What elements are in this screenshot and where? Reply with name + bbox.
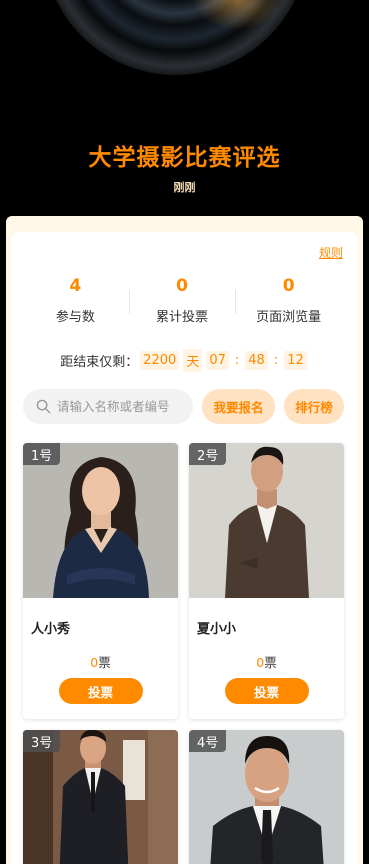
entry-photo[interactable]: 4号 [189, 730, 344, 864]
stats-row: 4 参与数 0 累计投票 0 页面浏览量 [22, 276, 342, 328]
search-icon [36, 399, 51, 414]
entry-card-1[interactable]: 1号 人小秀 0票 投票 [23, 443, 178, 719]
entry-number-badge: 4号 [189, 730, 227, 752]
entry-number-badge: 2号 [189, 443, 227, 465]
entry-photo[interactable]: 3号 [23, 730, 178, 864]
entry-name: 夏小小 [197, 622, 237, 637]
vote-button[interactable]: 投票 [58, 678, 143, 704]
entry-card-3[interactable]: 3号 [23, 730, 178, 864]
entry-number-badge: 1号 [23, 443, 61, 465]
countdown-sep: : [273, 353, 279, 368]
countdown: 距结束仅剩： 2200 天 07 : 48 : 12 [0, 349, 369, 372]
countdown-seconds: 12 [284, 351, 307, 370]
contestant-photo [23, 443, 178, 598]
entry-votes: 0票 [189, 652, 344, 671]
camera-lens-image [43, 0, 308, 75]
vote-unit: 票 [264, 655, 277, 670]
countdown-day-unit: 天 [183, 349, 203, 372]
countdown-sep: : [234, 353, 240, 368]
countdown-prefix: 距结束仅剩： [60, 355, 139, 370]
ranking-button[interactable]: 排行榜 [284, 389, 344, 424]
countdown-hours: 07 [206, 351, 229, 370]
stat-total-votes: 0 累计投票 [128, 276, 236, 328]
stat-participants: 4 参与数 [22, 276, 129, 328]
contestant-photo [189, 443, 344, 598]
rules-link[interactable]: 规则 [319, 244, 343, 261]
vote-button[interactable]: 投票 [224, 678, 309, 704]
entry-photo[interactable]: 2号 [189, 443, 344, 598]
countdown-days: 2200 [140, 351, 180, 370]
countdown-minutes: 48 [245, 351, 268, 370]
vote-unit: 票 [98, 655, 111, 670]
stat-value: 0 [282, 276, 295, 296]
signup-button[interactable]: 我要报名 [202, 389, 275, 424]
stat-label: 参与数 [55, 310, 95, 325]
entry-number-badge: 3号 [23, 730, 61, 752]
entry-card-4[interactable]: 4号 [189, 730, 344, 864]
entry-name: 人小秀 [31, 622, 71, 637]
stat-value: 0 [176, 276, 188, 296]
entry-photo[interactable]: 1号 [23, 443, 178, 598]
entry-card-2[interactable]: 2号 夏小小 0票 投票 [189, 443, 344, 719]
stat-label: 页面浏览量 [256, 310, 322, 325]
stat-value: 4 [69, 276, 82, 296]
search-input[interactable] [57, 399, 187, 414]
page-title: 大学摄影比赛评选 [88, 145, 281, 171]
entry-votes: 0票 [23, 652, 178, 671]
stat-label: 累计投票 [156, 310, 209, 325]
search-box[interactable] [23, 389, 193, 424]
stat-page-views: 0 页面浏览量 [235, 276, 342, 328]
page-subtitle: 刚刚 [173, 181, 196, 194]
